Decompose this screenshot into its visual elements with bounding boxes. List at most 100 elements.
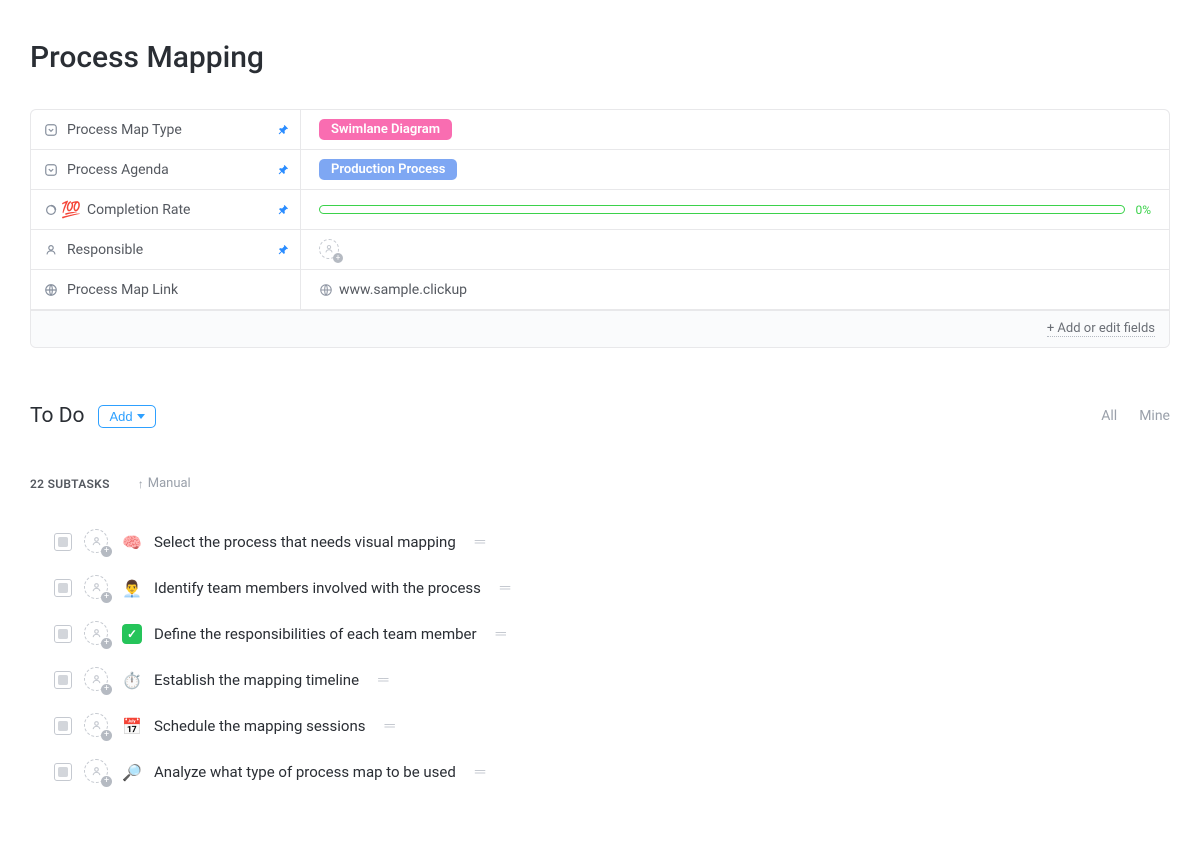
field-row-process-map-link: Process Map Link www.sample.clickup — [31, 270, 1169, 310]
field-name: Process Agenda — [67, 162, 290, 178]
field-label-cell[interactable]: Process Map Type — [31, 110, 301, 149]
status-checkbox[interactable] — [54, 763, 72, 781]
subtask-row[interactable]: + 👨‍💼 Identify team members involved with … — [54, 565, 1170, 611]
drag-handle-icon[interactable]: == — [474, 765, 484, 780]
pin-icon[interactable] — [276, 163, 290, 177]
plus-badge-icon: + — [101, 592, 112, 603]
subtask-row[interactable]: + 📅 Schedule the mapping sessions == — [54, 703, 1170, 749]
add-assignee-button[interactable]: + — [84, 667, 110, 693]
add-assignee-button[interactable]: + — [84, 713, 110, 739]
plus-badge-icon: + — [333, 253, 343, 263]
link-text[interactable]: www.sample.clickup — [339, 282, 467, 298]
field-label-cell[interactable]: Responsible — [31, 230, 301, 269]
task-emoji-icon: 📅 — [122, 716, 142, 736]
field-value-cell[interactable]: www.sample.clickup — [301, 270, 1169, 309]
status-checkbox[interactable] — [54, 717, 72, 735]
status-checkbox[interactable] — [54, 579, 72, 597]
pin-icon[interactable] — [276, 123, 290, 137]
task-title[interactable]: Define the responsibilities of each team… — [154, 625, 477, 643]
person-field-icon — [43, 242, 59, 258]
task-emoji-icon: ⏱️ — [122, 670, 142, 690]
field-label-cell[interactable]: Process Map Link — [31, 270, 301, 309]
subtask-row[interactable]: + 🔎 Analyze what type of process map to be… — [54, 749, 1170, 795]
field-row-process-map-type: Process Map Type Swimlane Diagram — [31, 110, 1169, 150]
sort-label: Manual — [148, 476, 191, 491]
add-button[interactable]: Add — [98, 405, 155, 428]
plus-badge-icon: + — [101, 546, 112, 557]
tag-process-map-type[interactable]: Swimlane Diagram — [319, 119, 452, 140]
globe-icon — [319, 283, 333, 297]
filter-all[interactable]: All — [1101, 408, 1117, 424]
checkbox-inner — [58, 537, 68, 547]
subtasks-meta: 22 SUBTASKS ↑ Manual — [30, 476, 1170, 491]
plus-badge-icon: + — [101, 684, 112, 695]
add-assignee-button[interactable]: + — [84, 529, 110, 555]
drag-handle-icon[interactable]: == — [499, 581, 509, 596]
plus-badge-icon: + — [101, 638, 112, 649]
task-title[interactable]: Identify team members involved with the … — [154, 579, 481, 597]
subtask-list: + 🧠 Select the process that needs visual m… — [30, 519, 1170, 795]
field-name: Responsible — [67, 242, 290, 258]
field-name: Process Map Link — [67, 282, 290, 298]
add-assignee-button[interactable]: + — [84, 621, 110, 647]
subtask-row[interactable]: + 🧠 Select the process that needs visual m… — [54, 519, 1170, 565]
progress-bar[interactable] — [319, 205, 1125, 214]
dropdown-field-icon — [43, 162, 59, 178]
progress-percent: 0% — [1135, 203, 1151, 217]
field-label-cell[interactable]: Process Agenda — [31, 150, 301, 189]
checkbox-inner — [58, 721, 68, 731]
hundred-emoji-icon: 💯 — [63, 202, 79, 218]
add-edit-fields-link[interactable]: + Add or edit fields — [1047, 321, 1155, 337]
progress-bar-wrap: 0% — [319, 203, 1151, 217]
field-label-cell[interactable]: 💯 Completion Rate — [31, 190, 301, 229]
add-fields-row: + Add or edit fields — [31, 310, 1169, 347]
sort-manual[interactable]: ↑ Manual — [138, 476, 191, 491]
subtask-row[interactable]: + ✓ Define the responsibilities of each te… — [54, 611, 1170, 657]
custom-fields-table: Process Map Type Swimlane Diagram Proces… — [30, 109, 1170, 348]
field-name: Completion Rate — [87, 202, 290, 218]
field-row-responsible: Responsible + — [31, 230, 1169, 270]
drag-handle-icon[interactable]: == — [377, 673, 387, 688]
add-assignee-button[interactable]: + — [84, 575, 110, 601]
pin-icon[interactable] — [276, 243, 290, 257]
plus-badge-icon: + — [101, 730, 112, 741]
subtasks-count: 22 SUBTASKS — [30, 477, 110, 491]
task-emoji-icon: 🔎 — [122, 762, 142, 782]
pin-icon[interactable] — [276, 203, 290, 217]
arrow-up-icon: ↑ — [138, 477, 144, 491]
task-title[interactable]: Analyze what type of process map to be u… — [154, 763, 456, 781]
progress-field-icon — [43, 202, 59, 218]
tag-process-agenda[interactable]: Production Process — [319, 159, 457, 180]
drag-handle-icon[interactable]: == — [474, 535, 484, 550]
status-checkbox[interactable] — [54, 625, 72, 643]
todo-header: To Do Add All Mine — [30, 404, 1170, 428]
field-value-cell[interactable]: Production Process — [301, 150, 1169, 189]
task-emoji-icon: ✓ — [122, 624, 142, 644]
task-title[interactable]: Schedule the mapping sessions — [154, 717, 366, 735]
page-title: Process Mapping — [30, 40, 1170, 75]
task-emoji-icon: 🧠 — [122, 532, 142, 552]
task-title[interactable]: Select the process that needs visual map… — [154, 533, 456, 551]
status-checkbox[interactable] — [54, 533, 72, 551]
task-emoji-icon: 👨‍💼 — [122, 578, 142, 598]
field-name: Process Map Type — [67, 122, 290, 138]
todo-section: To Do Add All Mine 22 SUBTASKS ↑ Manual … — [30, 404, 1170, 795]
status-checkbox[interactable] — [54, 671, 72, 689]
add-assignee-button[interactable]: + — [319, 239, 341, 261]
plus-badge-icon: + — [101, 776, 112, 787]
field-value-cell[interactable]: Swimlane Diagram — [301, 110, 1169, 149]
filter-mine[interactable]: Mine — [1139, 408, 1170, 424]
checkbox-inner — [58, 675, 68, 685]
add-button-label: Add — [109, 409, 132, 424]
todo-title: To Do — [30, 404, 84, 428]
field-value-cell[interactable]: 0% — [301, 190, 1169, 229]
add-assignee-button[interactable]: + — [84, 759, 110, 785]
task-title[interactable]: Establish the mapping timeline — [154, 671, 359, 689]
globe-field-icon — [43, 282, 59, 298]
field-value-cell[interactable]: + — [301, 230, 1169, 269]
subtask-row[interactable]: + ⏱️ Establish the mapping timeline == — [54, 657, 1170, 703]
drag-handle-icon[interactable]: == — [384, 719, 394, 734]
caret-down-icon — [137, 414, 145, 419]
checkbox-inner — [58, 767, 68, 777]
drag-handle-icon[interactable]: == — [495, 627, 505, 642]
